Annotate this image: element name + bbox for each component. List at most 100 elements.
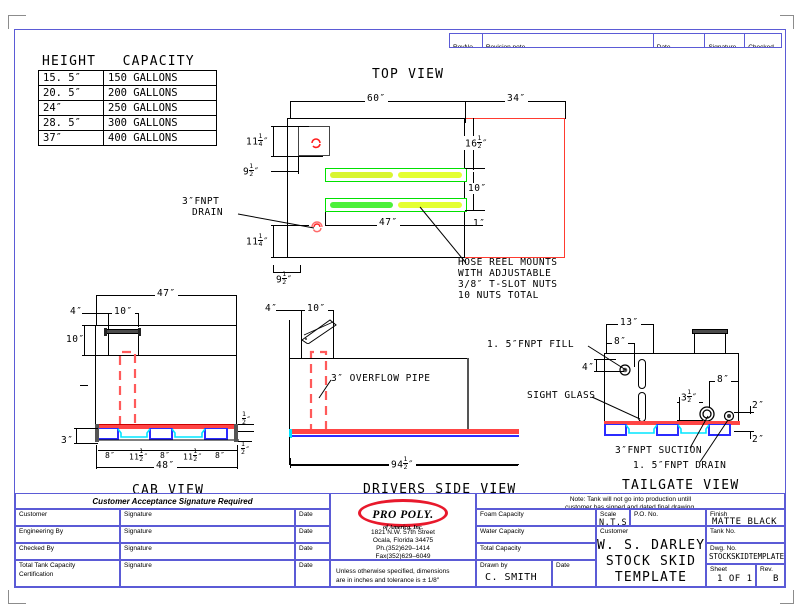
dim-ext-a1 [271,126,309,127]
acceptance-row-customer-date[interactable]: Date [295,509,330,526]
cell-height: 37″ [38,130,104,146]
rev-value: B [773,574,779,584]
dim-ext-tg-13-r [653,324,654,354]
acceptance-row-checked-label[interactable]: Checked By [15,543,120,560]
dim-label-tg-2-top: 2″ [752,400,765,411]
dim-ext-cab-10w-r [138,313,139,327]
dim-line-tg-2a [750,406,751,414]
table-row: 28. 5″ 300 GALLONS [38,115,217,131]
cab-mid-tick [80,385,88,386]
dim-label-cab-3: 3″ [61,435,74,446]
note-overflow-pipe: 3″ OVERFLOW PIPE [331,373,431,384]
dim-label-10-top: 10″ [467,183,488,194]
dim-line-cab-4 [82,313,108,314]
acceptance-row-total-signature[interactable]: Signature [120,560,295,587]
table-row: 20. 5″ 200 GALLONS [38,85,217,101]
acceptance-row-checked-date[interactable]: Date [295,543,330,560]
dim-label-seg-8b: 8″ [160,451,171,460]
cab-step-line [95,355,237,356]
dim-ext-cab-3 [74,428,98,429]
cell-capacity: 300 GALLONS [103,115,217,131]
scale-field[interactable]: Scale N.T.S. [596,509,630,526]
finish-field[interactable]: Finish MATTE BLACK [706,509,785,526]
cab-lid-end-r [138,328,141,336]
cab-skid-left-dark [95,424,99,442]
dim-line-b [271,171,298,172]
corner-mark-bl [8,590,26,604]
dim-ext-b [298,156,299,174]
rail-lower-fill-left [330,202,393,208]
acceptance-row-checked-signature[interactable]: Signature [120,543,295,560]
cell-capacity: 150 GALLONS [103,70,217,86]
customer-line2: STOCK SKID [605,554,697,569]
note-tailgate-drain: 1. 5″FNPT DRAIN [633,460,727,471]
drivers-skid-blue [289,435,519,437]
capacity-table-title: HEIGHT CAPACITY [42,52,195,70]
tolerance-note: Unless otherwise specified, dimensions a… [330,560,476,587]
total-capacity-field[interactable]: Total Capacity [476,543,596,560]
drawn-date-field[interactable]: Date [552,560,596,587]
tailgate-hatch-lid [692,329,728,334]
rev-field[interactable]: Rev. B [756,564,785,587]
acceptance-row-customer-signature[interactable]: Signature [120,509,295,526]
dim-ext-g1 [273,265,274,273]
acceptance-row-engineering-signature[interactable]: Signature [120,526,295,543]
acceptance-row-total-date[interactable]: Date [295,560,330,587]
dim-label-dr-4: 4″ [265,303,278,314]
dim-label-seg-115a: 11 1 2 ″ [129,447,149,463]
acceptance-row-total-label[interactable]: Total Tank Capacity Certification [15,560,120,587]
dim-ext-dr-10-l [301,310,302,322]
sight-glass-upper [638,359,646,389]
revision-col-checked: Checked [745,34,781,47]
dim-ext-dr-94-l [290,458,291,468]
dim-ext-cab-3b [74,443,98,444]
dim-label-9-5-lower: 9 1 2 ″ [276,270,293,286]
drawn-by-field[interactable]: Drawn by C. SMITH [476,560,552,587]
cab-lid-end-l [104,328,107,336]
sight-glass-leader-line [591,396,641,420]
dwg-no-value: STOCKSKIDTEMPLATE [709,552,785,561]
note-fill: 1. 5″FNPT FILL [487,339,575,350]
cell-height: 20. 5″ [38,85,104,101]
dim-label-tg-13: 13″ [618,317,641,328]
note-drain: 3″FNPT DRAIN [182,196,224,218]
drivers-right-wall [467,358,469,430]
dim-label-cab-47: 47″ [155,288,178,299]
dim-label-cab-half-bot: 1 2 ″ [241,440,251,456]
dim-ext-cab-10h-b [82,355,96,356]
company-fax: Fax(352)629–6049 [375,553,431,560]
capacity-table: 15. 5″ 150 GALLONS 20. 5″ 200 GALLONS 24… [38,70,217,146]
dim-ext-dr-10-r [333,310,334,322]
customer-line1: W. S. DARLEY [597,538,706,553]
dim-ext-a2 [271,156,323,157]
revision-col-revno: RevNo [450,34,483,47]
dim-ext-cab-48-r [237,445,238,469]
foam-capacity-field[interactable]: Foam Capacity [476,509,596,526]
note-suction: 3″FNPT SUCTION [615,445,703,456]
dim-line-a [273,126,274,156]
dim-label-47-top: 47″ [377,217,400,228]
customer-line3: TEMPLATE [614,570,688,585]
po-no-field[interactable]: P.O. No. [630,509,706,526]
corner-mark-br [780,590,794,604]
drawn-by-value: C. SMITH [485,572,538,583]
drain-circle-icon [311,138,321,149]
sheet-value: 1 OF 1 [717,574,753,584]
dim-ext-cab-47-l [96,295,97,325]
acceptance-row-engineering-date[interactable]: Date [295,526,330,543]
acceptance-banner: Customer Acceptance Signature Required [15,493,330,509]
tank-no-field[interactable]: Tank No. [706,526,785,543]
corner-mark-tl [8,15,26,29]
acceptance-row-customer-label[interactable]: Customer [15,509,120,526]
sheet-field[interactable]: Sheet 1 OF 1 [706,564,756,587]
customer-field[interactable]: Customer W. S. DARLEY STOCK SKID TEMPLAT… [596,526,706,587]
company-phone: Ph.(352)629–1414 [376,545,430,552]
dim-label-11-25-upper: 11 1 4 ″ [246,132,270,148]
dim-ext-f2 [271,257,301,258]
cab-step-vert [95,325,96,355]
dim-ext-cab-47-r [236,295,237,325]
dwg-no-field[interactable]: Dwg. No. STOCKSKIDTEMPLATE [706,543,785,564]
water-capacity-field[interactable]: Water Capacity [476,526,596,543]
cell-height: 15. 5″ [38,70,104,86]
acceptance-row-engineering-label[interactable]: Engineering By [15,526,120,543]
